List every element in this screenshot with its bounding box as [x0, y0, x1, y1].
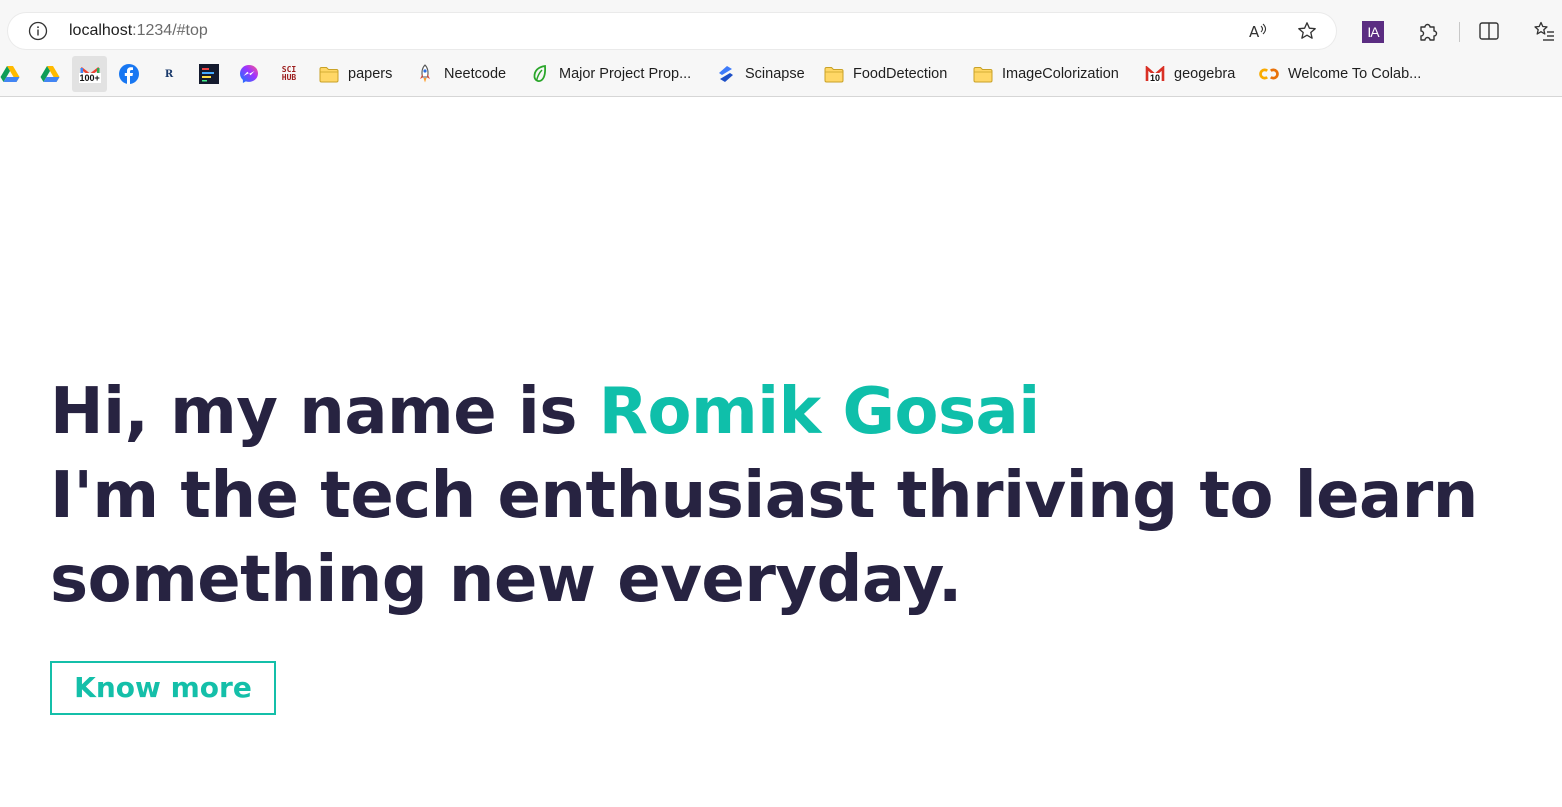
hero-tagline-line-2: something new everyday. — [50, 543, 962, 617]
hero-name: Romik Gosai — [598, 375, 1040, 449]
messenger-icon — [239, 64, 259, 84]
bookmark-label: Scinapse — [745, 66, 805, 82]
hero-greeting: Hi, my name is — [50, 375, 599, 449]
hero-tagline-line-1: I'm the tech enthusiast thriving to lear… — [50, 459, 1478, 533]
leaf-icon — [530, 64, 550, 84]
bookmark-messenger[interactable] — [239, 56, 259, 92]
folder-icon — [319, 64, 339, 84]
researchgate-icon: R — [164, 68, 174, 80]
site-info-icon[interactable] — [28, 21, 48, 41]
scinapse-icon — [716, 64, 736, 84]
bookmark-label: FoodDetection — [853, 66, 948, 82]
url-text[interactable]: localhost:1234/#top — [69, 22, 208, 40]
know-more-button[interactable]: Know more — [50, 661, 276, 715]
favorite-star-icon[interactable] — [1297, 21, 1317, 41]
bookmark-label: Neetcode — [444, 66, 507, 82]
bookmark-geogebra[interactable]: 10 geogebra — [1145, 56, 1235, 92]
favorites-list-icon[interactable] — [1533, 20, 1555, 42]
hero-section: Hi, my name is Romik Gosai I'm the tech … — [50, 370, 1550, 622]
bookmark-sci-hub[interactable]: SCI HUB — [279, 56, 299, 92]
bookmark-google-drive-1[interactable] — [0, 56, 20, 92]
bookmark-facebook[interactable] — [119, 56, 139, 92]
bookmark-scinapse[interactable]: Scinapse — [716, 56, 805, 92]
bookmark-label: ImageColorization — [1002, 66, 1119, 82]
rocket-icon — [415, 64, 435, 84]
extensions-puzzle-icon[interactable] — [1417, 20, 1439, 42]
geogebra-badge: 10 — [1149, 73, 1162, 83]
bookmark-gmail[interactable]: 100+ — [72, 56, 107, 92]
bookmark-researchgate[interactable]: R — [159, 56, 179, 92]
facebook-icon — [119, 64, 139, 84]
url-host: localhost — [69, 22, 133, 39]
gmail-icon: 10 — [1145, 64, 1165, 84]
gmail-badge: 100+ — [78, 73, 101, 83]
bookmark-label: Major Project Prop... — [559, 66, 692, 82]
google-drive-icon — [0, 64, 20, 84]
bookmark-major-project[interactable]: Major Project Prop... — [530, 56, 691, 92]
bookmark-label: geogebra — [1174, 66, 1236, 82]
sci-hub-icon: SCI HUB — [279, 64, 299, 84]
ia-extension-icon[interactable]: IA — [1362, 21, 1384, 43]
split-screen-icon[interactable] — [1478, 20, 1500, 42]
bookmark-google-drive-2[interactable] — [40, 56, 60, 92]
address-bar[interactable]: localhost:1234/#top A — [8, 13, 1336, 49]
bookmark-folder-imagecolorization[interactable]: ImageColorization — [973, 56, 1119, 92]
bookmark-label: Welcome To Colab... — [1288, 66, 1422, 82]
read-aloud-icon[interactable]: A — [1248, 21, 1268, 41]
bookmarks-bar: 100+ R SCI HUB papers Neetcode Major Pro… — [0, 56, 1562, 97]
terminal-app-icon — [199, 64, 219, 84]
colab-icon — [1259, 64, 1279, 84]
bookmark-folder-fooddetection[interactable]: FoodDetection — [824, 56, 947, 92]
browser-toolbar: localhost:1234/#top A IA — [0, 0, 1562, 56]
bookmark-folder-papers[interactable]: papers — [319, 56, 392, 92]
gmail-icon: 100+ — [78, 64, 101, 84]
url-path: :1234/#top — [132, 22, 208, 39]
svg-text:A: A — [1249, 23, 1260, 41]
bookmark-terminal-app[interactable] — [199, 56, 219, 92]
folder-icon — [973, 64, 993, 84]
folder-icon — [824, 64, 844, 84]
bookmark-label: papers — [348, 66, 393, 82]
bookmark-colab[interactable]: Welcome To Colab... — [1259, 56, 1421, 92]
bookmark-neetcode[interactable]: Neetcode — [415, 56, 506, 92]
hero-greeting-line: Hi, my name is Romik Gosai — [50, 370, 1550, 454]
sci-hub-bottom: HUB — [281, 73, 297, 82]
toolbar-divider — [1459, 22, 1460, 42]
google-drive-icon — [40, 64, 60, 84]
